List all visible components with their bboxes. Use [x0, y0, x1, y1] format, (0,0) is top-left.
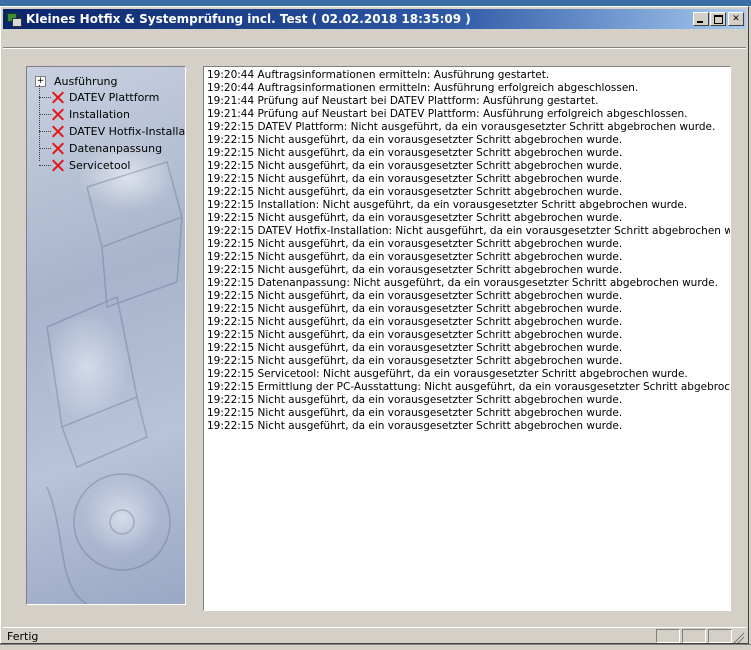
- tree-item-label: Installation: [69, 108, 130, 121]
- status-cell: [656, 629, 680, 643]
- log-line: 19:22:15 Nicht ausgeführt, da ein voraus…: [207, 355, 623, 367]
- log-line: 19:20:44 Auftragsinformationen ermitteln…: [207, 82, 639, 94]
- log-line: 19:22:15 Datenanpassung: Nicht ausgeführ…: [207, 277, 718, 289]
- close-button[interactable]: ✕: [728, 12, 744, 26]
- expand-icon[interactable]: +: [35, 75, 46, 87]
- title-bar[interactable]: Kleines Hotfix & Systemprüfung incl. Tes…: [3, 9, 746, 29]
- window-controls: ✕: [692, 12, 744, 26]
- log-line: 19:22:15 Nicht ausgeführt, da ein voraus…: [207, 303, 623, 315]
- log-line: 19:22:15 Nicht ausgeführt, da ein voraus…: [207, 186, 623, 198]
- tree-item-datev-plattform[interactable]: DATEV Plattform: [39, 89, 185, 106]
- tree-root-label: Ausführung: [54, 74, 118, 88]
- window-title: Kleines Hotfix & Systemprüfung incl. Tes…: [26, 12, 471, 26]
- taskbar-edge: [0, 644, 751, 650]
- tree-item-label: Datenanpassung: [69, 142, 163, 155]
- navigation-panel: + Ausführung DATEV Plattform Installatio…: [26, 66, 186, 605]
- log-line: 19:22:15 Ermittlung der PC-Ausstattung: …: [207, 381, 731, 393]
- minimize-button[interactable]: [693, 12, 709, 26]
- header-separator: [3, 47, 746, 49]
- main-window: Kleines Hotfix & Systemprüfung incl. Tes…: [0, 6, 749, 644]
- log-line: 19:22:15 Nicht ausgeführt, da ein voraus…: [207, 290, 623, 302]
- tree-root[interactable]: + Ausführung: [35, 73, 185, 89]
- log-line: 19:22:15 Servicetool: Nicht ausgeführt, …: [207, 368, 688, 380]
- log-line: 19:22:15 Nicht ausgeführt, da ein voraus…: [207, 147, 623, 159]
- log-line: 19:22:15 Nicht ausgeführt, da ein voraus…: [207, 264, 623, 276]
- log-line: 19:22:15 Nicht ausgeführt, da ein voraus…: [207, 212, 623, 224]
- status-text: Fertig: [7, 630, 39, 643]
- log-output[interactable]: 19:20:44 Auftragsinformationen ermitteln…: [203, 66, 731, 611]
- close-icon: ✕: [732, 14, 740, 24]
- minimize-icon: [697, 21, 703, 23]
- tree-item-servicetool[interactable]: Servicetool: [39, 157, 185, 174]
- log-line: 19:22:15 Nicht ausgeführt, da ein voraus…: [207, 238, 623, 250]
- log-line: 19:22:15 DATEV Plattform: Nicht ausgefüh…: [207, 121, 716, 133]
- log-line: 19:21:44 Prüfung auf Neustart bei DATEV …: [207, 108, 688, 120]
- log-line: 19:20:44 Auftragsinformationen ermitteln…: [207, 69, 550, 81]
- status-cell: [708, 629, 732, 643]
- error-x-icon: [51, 125, 64, 138]
- resize-grip-icon[interactable]: [732, 631, 744, 643]
- tree-item-label: DATEV Hotfix-Installa: [69, 125, 186, 138]
- log-line: 19:22:15 DATEV Hotfix-Installation: Nich…: [207, 225, 731, 237]
- tree-item-datenanpassung[interactable]: Datenanpassung: [39, 140, 185, 157]
- step-tree: + Ausführung DATEV Plattform Installatio…: [35, 73, 185, 174]
- log-line: 19:22:15 Nicht ausgeführt, da ein voraus…: [207, 251, 623, 263]
- log-line: 19:22:15 Nicht ausgeführt, da ein voraus…: [207, 420, 623, 432]
- app-icon: [6, 11, 22, 27]
- tree-item-installation[interactable]: Installation: [39, 106, 185, 123]
- log-list: 19:20:44 Auftragsinformationen ermitteln…: [204, 67, 730, 433]
- log-line: 19:22:15 Nicht ausgeführt, da ein voraus…: [207, 407, 623, 419]
- log-line: 19:22:15 Nicht ausgeführt, da ein voraus…: [207, 394, 623, 406]
- log-line: 19:21:44 Prüfung auf Neustart bei DATEV …: [207, 95, 599, 107]
- error-x-icon: [51, 108, 64, 121]
- tree-item-label: DATEV Plattform: [69, 91, 160, 104]
- log-line: 19:22:15 Nicht ausgeführt, da ein voraus…: [207, 160, 623, 172]
- tree-children: DATEV Plattform Installation DATEV Hotfi…: [39, 85, 185, 174]
- log-line: 19:22:15 Nicht ausgeführt, da ein voraus…: [207, 173, 623, 185]
- status-bar: Fertig: [3, 627, 746, 644]
- error-x-icon: [51, 142, 64, 155]
- log-line: 19:22:15 Nicht ausgeführt, da ein voraus…: [207, 134, 623, 146]
- tree-item-label: Servicetool: [69, 159, 131, 172]
- status-cell: [682, 629, 706, 643]
- log-line: 19:22:15 Installation: Nicht ausgeführt,…: [207, 199, 688, 211]
- log-line: 19:22:15 Nicht ausgeführt, da ein voraus…: [207, 342, 623, 354]
- tree-item-hotfix-installation[interactable]: DATEV Hotfix-Installa: [39, 123, 185, 140]
- error-x-icon: [51, 159, 64, 172]
- maximize-button[interactable]: [710, 12, 726, 26]
- log-line: 19:22:15 Nicht ausgeführt, da ein voraus…: [207, 329, 623, 341]
- log-line: 19:22:15 Nicht ausgeführt, da ein voraus…: [207, 316, 623, 328]
- maximize-icon: [714, 15, 723, 24]
- error-x-icon: [51, 91, 64, 104]
